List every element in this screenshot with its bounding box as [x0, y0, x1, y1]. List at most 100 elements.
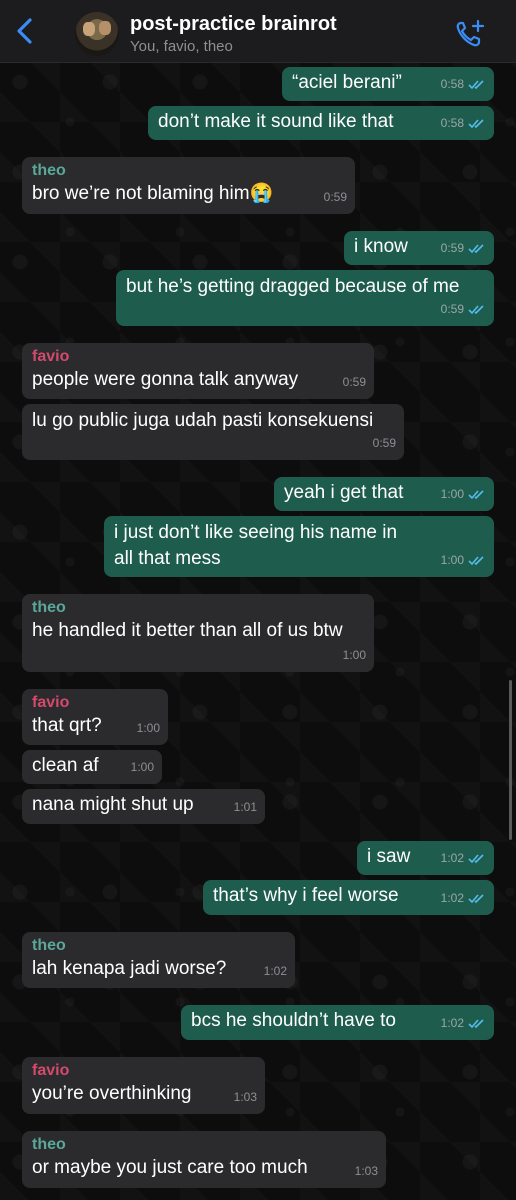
message-incoming[interactable]: theo bro we’re not blaming him😭 0:59 [22, 157, 355, 214]
message-incoming[interactable]: favio people were gonna talk anyway 0:59 [22, 343, 374, 399]
read-receipt-icon [468, 304, 484, 314]
message-text: don’t make it sound like that [158, 111, 394, 132]
message-text: “aciel berani” [292, 72, 402, 93]
message-time: 1:00 [130, 760, 154, 774]
message-time: 0:59 [342, 375, 366, 389]
message-meta: 0:58 [441, 71, 486, 97]
message-incoming[interactable]: favio that qrt? 1:00 [22, 689, 168, 745]
message-meta: 0:59 [324, 184, 347, 210]
sender-name: theo [32, 1136, 66, 1153]
message-meta: 1:01 [234, 794, 257, 820]
message-text: lu go public juga udah pasti konsekuensi [32, 410, 374, 431]
message-meta: 0:59 [343, 369, 366, 395]
message-time: 1:03 [233, 1090, 257, 1104]
message-time: 0:58 [440, 77, 464, 91]
message-meta: 0:59 [441, 235, 486, 261]
message-outgoing[interactable]: i saw 1:02 [357, 841, 494, 875]
message-text: that qrt? [32, 715, 102, 736]
message-incoming[interactable]: theo he handled it better than all of us… [22, 594, 374, 672]
message-time: 1:02 [440, 891, 464, 905]
message-text: clean af [32, 755, 99, 776]
chevron-left-icon [17, 18, 32, 44]
message-time: 1:02 [263, 964, 287, 978]
read-receipt-icon [468, 243, 484, 253]
message-incoming[interactable]: clean af 1:00 [22, 750, 162, 784]
message-text: lah kenapa jadi worse? [32, 958, 227, 979]
message-meta: 1:02 [264, 958, 287, 984]
chat-header: post-practice brainrot You, favio, theo [0, 0, 516, 63]
message-outgoing[interactable]: i know 0:59 [344, 231, 494, 265]
read-receipt-icon [468, 489, 484, 499]
message-outgoing[interactable]: i just don’t like seeing his name in all… [104, 516, 494, 577]
message-text: or maybe you just care too much [32, 1157, 308, 1178]
message-meta: 1:02 [441, 845, 486, 871]
sender-name: theo [32, 599, 66, 616]
message-outgoing[interactable]: don’t make it sound like that 0:58 [148, 106, 494, 140]
message-meta: 1:00 [343, 642, 366, 668]
message-text: bro we’re not blaming him😭 [32, 183, 274, 204]
message-time: 1:00 [440, 553, 464, 567]
read-receipt-icon [468, 1018, 484, 1028]
message-incoming[interactable]: nana might shut up 1:01 [22, 789, 265, 824]
message-text: yeah i get that [284, 482, 404, 503]
read-receipt-icon [468, 555, 484, 565]
message-text: that’s why i feel worse [213, 885, 399, 906]
message-outgoing[interactable]: “aciel berani” 0:58 [282, 67, 494, 101]
message-time: 1:00 [342, 648, 366, 662]
message-time: 1:01 [233, 800, 257, 814]
sender-name: favio [32, 1062, 70, 1079]
read-receipt-icon [468, 853, 484, 863]
message-incoming[interactable]: theo lah kenapa jadi worse? 1:02 [22, 932, 295, 988]
message-incoming[interactable]: favio you’re overthinking 1:03 [22, 1057, 265, 1114]
message-meta: 0:58 [441, 110, 486, 136]
message-time: 0:59 [440, 302, 464, 316]
message-text: he handled it better than all of us btw [32, 620, 343, 641]
read-receipt-icon [468, 118, 484, 128]
message-time: 1:02 [440, 1016, 464, 1030]
message-outgoing[interactable]: but he’s getting dragged because of me 0… [116, 270, 494, 326]
message-meta: 1:00 [131, 754, 154, 780]
message-meta: 1:03 [355, 1158, 378, 1184]
message-outgoing[interactable]: that’s why i feel worse 1:02 [203, 880, 494, 915]
add-call-button[interactable] [452, 16, 488, 52]
message-meta: 1:02 [441, 1010, 486, 1036]
read-receipt-icon [468, 893, 484, 903]
message-incoming[interactable]: lu go public juga udah pasti konsekuensi… [22, 404, 404, 460]
chat-participants[interactable]: You, favio, theo [130, 38, 233, 55]
message-meta: 1:00 [137, 715, 160, 741]
sender-name: theo [32, 162, 66, 179]
message-text: nana might shut up [32, 794, 194, 815]
sender-name: favio [32, 348, 70, 365]
message-meta: 1:03 [234, 1084, 257, 1110]
message-meta: 1:00 [441, 481, 486, 507]
message-text: people were gonna talk anyway [32, 369, 299, 390]
sender-name: theo [32, 937, 66, 954]
message-time: 0:59 [440, 241, 464, 255]
message-text: but he’s getting dragged because of me [126, 276, 460, 297]
sender-name: favio [32, 694, 70, 711]
chat-title[interactable]: post-practice brainrot [130, 13, 337, 36]
message-text: you’re overthinking [32, 1083, 192, 1104]
message-outgoing[interactable]: yeah i get that 1:00 [274, 477, 494, 511]
message-time: 1:02 [440, 851, 464, 865]
message-time: 1:00 [440, 487, 464, 501]
add-call-icon [456, 19, 485, 47]
group-avatar[interactable] [75, 12, 119, 56]
back-button[interactable] [10, 16, 40, 46]
message-list[interactable]: “aciel berani” 0:58 don’t make it sound … [0, 0, 516, 1200]
scrollbar[interactable] [509, 680, 512, 840]
message-meta: 0:59 [373, 430, 396, 456]
message-meta: 0:59 [441, 296, 486, 322]
message-time: 0:59 [372, 436, 396, 450]
message-text: i just don’t like seeing his name in all… [114, 522, 398, 569]
message-time: 1:03 [354, 1164, 378, 1178]
message-meta: 1:00 [441, 547, 486, 573]
message-incoming[interactable]: theo or maybe you just care too much 1:0… [22, 1131, 386, 1188]
message-time: 0:58 [440, 116, 464, 130]
read-receipt-icon [468, 79, 484, 89]
message-text: i know [354, 236, 408, 257]
message-outgoing[interactable]: bcs he shouldn’t have to 1:02 [181, 1005, 494, 1040]
message-meta: 1:02 [441, 885, 486, 911]
message-text: i saw [367, 846, 411, 867]
message-text: bcs he shouldn’t have to [191, 1010, 396, 1031]
